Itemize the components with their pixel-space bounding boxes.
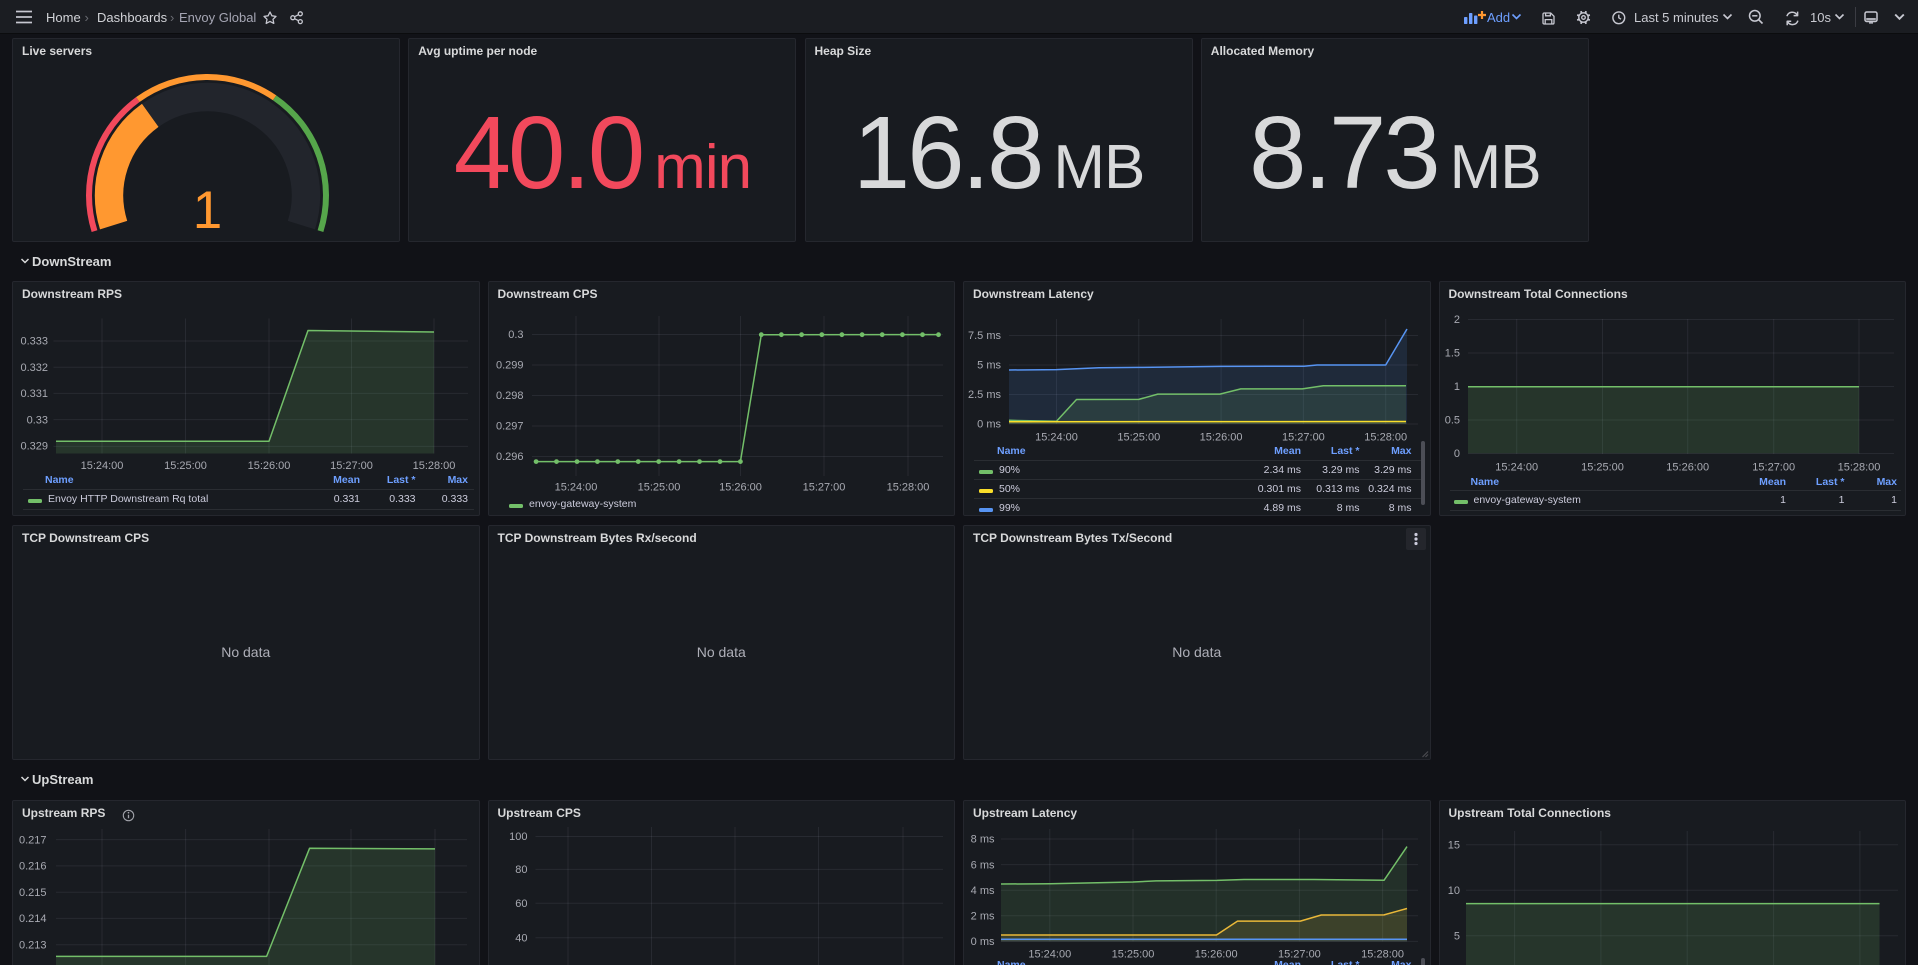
svg-text:0.298: 0.298	[495, 390, 523, 402]
svg-text:1: 1	[1453, 381, 1459, 393]
svg-text:6 ms: 6 ms	[971, 859, 995, 871]
svg-text:15:24:00: 15:24:00	[1495, 462, 1538, 474]
svg-text:0.214: 0.214	[19, 913, 47, 925]
svg-text:15: 15	[1447, 840, 1459, 852]
svg-text:15:24:00: 15:24:00	[1035, 432, 1078, 444]
svg-text:15:27:00: 15:27:00	[330, 460, 373, 472]
svg-text:15:28:00: 15:28:00	[886, 482, 929, 494]
svg-text:0.213: 0.213	[19, 939, 47, 951]
svg-text:15:26:00: 15:26:00	[1200, 432, 1243, 444]
svg-text:0.296: 0.296	[495, 451, 523, 463]
svg-text:15:26:00: 15:26:00	[1666, 462, 1709, 474]
svg-text:15:25:00: 15:25:00	[164, 460, 207, 472]
svg-text:0.333: 0.333	[20, 336, 48, 348]
svg-text:0.297: 0.297	[495, 421, 523, 433]
svg-text:1.5: 1.5	[1444, 348, 1459, 360]
svg-text:15:27:00: 15:27:00	[802, 482, 845, 494]
svg-text:10: 10	[1447, 885, 1459, 897]
svg-text:5: 5	[1453, 931, 1459, 943]
svg-text:0 ms: 0 ms	[977, 419, 1001, 431]
svg-text:15:24:00: 15:24:00	[554, 482, 597, 494]
svg-text:8 ms: 8 ms	[971, 834, 995, 846]
svg-text:15:25:00: 15:25:00	[1112, 949, 1155, 961]
svg-text:0.5: 0.5	[1444, 415, 1459, 427]
svg-text:2.5 ms: 2.5 ms	[968, 389, 1002, 401]
svg-text:0.329: 0.329	[20, 441, 48, 453]
svg-text:15:27:00: 15:27:00	[1752, 462, 1795, 474]
svg-text:15:26:00: 15:26:00	[248, 460, 291, 472]
svg-text:15:25:00: 15:25:00	[1581, 462, 1624, 474]
svg-text:2 ms: 2 ms	[971, 911, 995, 923]
svg-text:0.216: 0.216	[19, 861, 47, 873]
svg-text:15:28:00: 15:28:00	[1837, 462, 1880, 474]
svg-text:0.299: 0.299	[495, 360, 523, 372]
svg-text:0.331: 0.331	[20, 388, 48, 400]
svg-text:1: 1	[193, 181, 222, 240]
svg-text:0.215: 0.215	[19, 887, 47, 899]
svg-text:40: 40	[515, 932, 527, 944]
svg-text:7.5 ms: 7.5 ms	[968, 330, 1002, 342]
svg-text:0: 0	[1453, 448, 1459, 460]
svg-text:80: 80	[515, 864, 527, 876]
svg-text:15:27:00: 15:27:00	[1282, 432, 1325, 444]
svg-text:100: 100	[509, 831, 527, 843]
svg-text:0.332: 0.332	[20, 362, 48, 374]
svg-text:15:28:00: 15:28:00	[1364, 432, 1407, 444]
svg-text:15:25:00: 15:25:00	[637, 482, 680, 494]
svg-text:4 ms: 4 ms	[971, 885, 995, 897]
svg-text:0.3: 0.3	[508, 329, 523, 341]
svg-text:15:28:00: 15:28:00	[413, 460, 456, 472]
svg-text:0 ms: 0 ms	[971, 936, 995, 948]
svg-text:15:24:00: 15:24:00	[1028, 949, 1071, 961]
svg-text:2: 2	[1453, 314, 1459, 326]
svg-text:0.217: 0.217	[19, 834, 47, 846]
svg-text:5 ms: 5 ms	[977, 360, 1001, 372]
svg-text:60: 60	[515, 898, 527, 910]
svg-text:15:26:00: 15:26:00	[719, 482, 762, 494]
svg-text:15:24:00: 15:24:00	[81, 460, 124, 472]
svg-text:0.33: 0.33	[27, 414, 48, 426]
svg-text:15:25:00: 15:25:00	[1117, 432, 1160, 444]
